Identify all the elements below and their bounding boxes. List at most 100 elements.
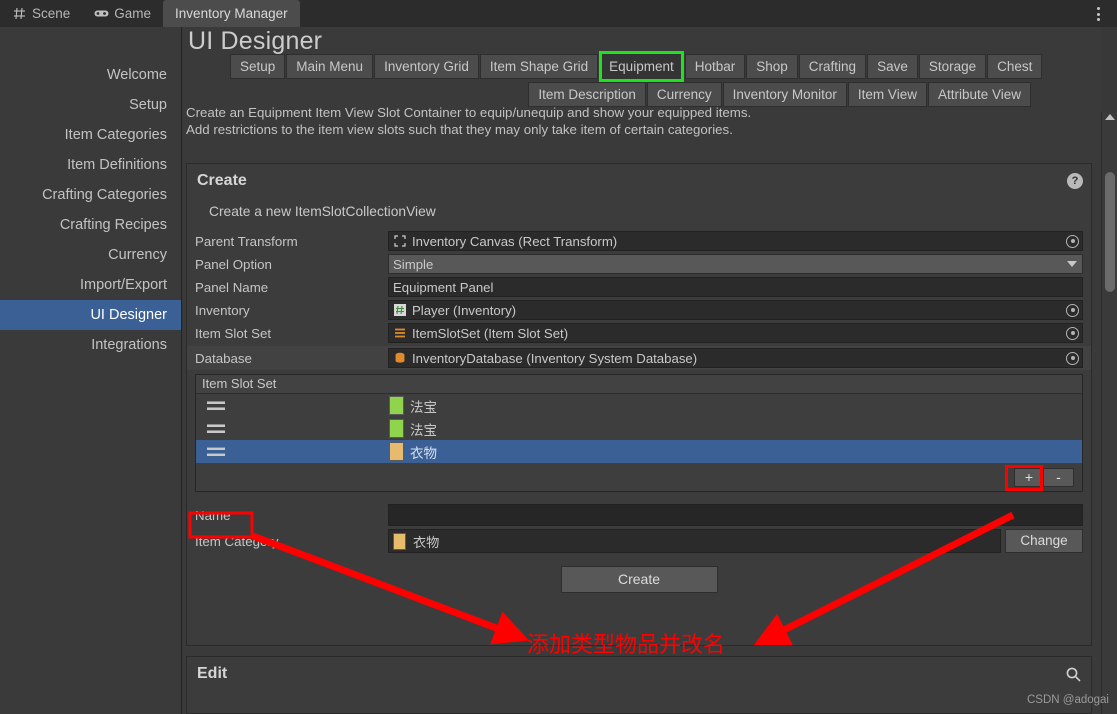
add-slot-button[interactable]: +	[1014, 467, 1044, 487]
editor-tab-inventory-manager[interactable]: Inventory Manager	[163, 0, 300, 27]
name-input[interactable]	[388, 504, 1083, 526]
tab-storage[interactable]: Storage	[918, 54, 987, 79]
tab-crafting[interactable]: Crafting	[798, 54, 867, 79]
sidebar-item-setup[interactable]: Setup	[0, 90, 181, 120]
field-value: Equipment Panel	[393, 279, 494, 295]
vertical-scrollbar[interactable]	[1101, 112, 1117, 714]
field-inventory: Inventory Player (Inventory)	[187, 300, 1091, 320]
list-item[interactable]: 衣物	[196, 440, 1082, 463]
sidebar-item-item-definitions[interactable]: Item Definitions	[0, 150, 181, 180]
sidebar-item-integrations[interactable]: Integrations	[0, 330, 181, 360]
parent-transform-object-field[interactable]: Inventory Canvas (Rect Transform)	[388, 231, 1083, 251]
drag-handle-icon[interactable]	[196, 401, 231, 410]
search-icon[interactable]	[1065, 666, 1082, 683]
rect-transform-icon	[393, 234, 407, 248]
create-panel-subtitle: Create a new ItemSlotCollectionView	[209, 204, 436, 219]
list-item[interactable]: 法宝	[196, 417, 1082, 440]
list-item[interactable]: 法宝	[196, 394, 1082, 417]
field-label: Item Slot Set	[195, 325, 272, 341]
create-button[interactable]: Create	[560, 566, 718, 593]
sidebar-item-label: Welcome	[106, 67, 167, 83]
designer-tab-row-1: Setup Main Menu Inventory Grid Item Shap…	[230, 51, 1100, 82]
sidebar-item-import-export[interactable]: Import/Export	[0, 270, 181, 300]
panel-name-input[interactable]: Equipment Panel	[388, 277, 1083, 297]
sidebar-item-label: Item Categories	[64, 127, 167, 143]
sidebar-item-label: UI Designer	[90, 307, 167, 323]
editor-tab-scene[interactable]: Scene	[0, 0, 82, 27]
change-category-button[interactable]: Change	[1005, 529, 1083, 553]
field-item-category: Item Category 衣物 Change	[187, 529, 1091, 553]
tab-shop[interactable]: Shop	[746, 54, 798, 79]
sidebar-item-currency[interactable]: Currency	[0, 240, 181, 270]
field-item-slot-set: Item Slot Set ItemSlotSet (Item Slot Set…	[187, 323, 1091, 343]
tab-hotbar[interactable]: Hotbar	[684, 54, 746, 79]
page-title: UI Designer	[188, 27, 323, 55]
tab-item-shape-grid[interactable]: Item Shape Grid	[479, 54, 599, 79]
question-mark-icon[interactable]: ?	[1067, 173, 1083, 189]
object-picker-icon[interactable]	[1066, 234, 1079, 248]
category-color-swatch	[389, 396, 404, 415]
item-slot-set-list-header: Item Slot Set	[196, 375, 1082, 394]
editor-tab-game[interactable]: Game	[82, 0, 163, 27]
database-object-field[interactable]: InventoryDatabase (Inventory System Data…	[388, 348, 1083, 368]
drag-handle-icon[interactable]	[196, 447, 231, 456]
tab-equipment[interactable]: Equipment	[599, 51, 684, 82]
tab-chest[interactable]: Chest	[987, 54, 1043, 79]
category-color-swatch	[389, 442, 404, 461]
sidebar-item-item-categories[interactable]: Item Categories	[0, 120, 181, 150]
panel-option-dropdown[interactable]: Simple	[388, 254, 1083, 274]
field-value: 衣物	[413, 534, 440, 550]
kebab-menu-icon[interactable]	[1088, 3, 1108, 25]
drag-handle-icon[interactable]	[196, 424, 231, 433]
field-panel-name: Panel Name Equipment Panel	[187, 277, 1091, 297]
chevron-down-icon	[1067, 261, 1077, 267]
tab-main-menu[interactable]: Main Menu	[286, 54, 374, 79]
sidebar-item-ui-designer[interactable]: UI Designer	[0, 300, 181, 330]
object-picker-icon[interactable]	[1066, 303, 1079, 317]
field-label: Panel Option	[195, 256, 272, 272]
object-picker-icon[interactable]	[1066, 326, 1079, 340]
tab-inventory-grid[interactable]: Inventory Grid	[374, 54, 479, 79]
list-item-label: 法宝	[410, 399, 437, 416]
tab-setup[interactable]: Setup	[230, 54, 286, 79]
scrollbar-thumb[interactable]	[1105, 172, 1115, 292]
sidebar-item-label: Import/Export	[79, 277, 167, 293]
field-name: Name	[187, 504, 1091, 526]
main-content: UI Designer Setup Main Menu Inventory Gr…	[183, 27, 1101, 714]
inventory-object-field[interactable]: Player (Inventory)	[388, 300, 1083, 320]
database-icon	[393, 351, 407, 365]
field-label: Parent Transform	[195, 233, 298, 249]
item-category-value[interactable]: 衣物	[388, 529, 1001, 553]
editor-tabstrip: Scene Game Inventory Manager	[0, 0, 1117, 27]
edit-panel-title: Edit	[197, 665, 228, 682]
create-panel-title: Create	[197, 172, 247, 189]
remove-slot-button[interactable]: -	[1044, 467, 1074, 487]
sidebar-item-crafting-recipes[interactable]: Crafting Recipes	[0, 210, 181, 240]
sidebar-item-welcome[interactable]: Welcome	[0, 60, 181, 90]
sidebar-item-label: Integrations	[91, 337, 167, 353]
tab-description: Create an Equipment Item View Slot Conta…	[186, 104, 1091, 138]
gamepad-icon	[94, 7, 109, 21]
scroll-up-arrow-icon[interactable]	[1105, 114, 1115, 120]
category-color-swatch	[389, 419, 404, 438]
sidebar-item-label: Currency	[108, 247, 167, 263]
script-icon	[393, 303, 407, 317]
tab-description-line2: Add restrictions to the item view slots …	[186, 122, 733, 137]
watermark: CSDN @adogai	[1027, 694, 1109, 706]
tab-description-line1: Create an Equipment Item View Slot Conta…	[186, 105, 752, 120]
sidebar-item-crafting-categories[interactable]: Crafting Categories	[0, 180, 181, 210]
object-picker-icon[interactable]	[1066, 351, 1079, 365]
create-panel-header: Create ?	[187, 164, 1091, 198]
list-icon	[393, 326, 407, 340]
field-panel-option: Panel Option Simple	[187, 254, 1091, 274]
annotation-note: 添加类型物品并改名	[527, 633, 726, 658]
list-item-label: 法宝	[410, 422, 437, 439]
field-value: InventoryDatabase (Inventory System Data…	[412, 350, 698, 366]
editor-tab-scene-label: Scene	[32, 6, 71, 21]
field-parent-transform: Parent Transform Inventory Canvas (Rect …	[187, 231, 1091, 251]
field-label: Inventory	[195, 302, 250, 318]
item-slot-set-object-field[interactable]: ItemSlotSet (Item Slot Set)	[388, 323, 1083, 343]
list-item-label: 衣物	[410, 445, 437, 462]
sidebar-item-label: Setup	[129, 97, 167, 113]
tab-save[interactable]: Save	[867, 54, 918, 79]
